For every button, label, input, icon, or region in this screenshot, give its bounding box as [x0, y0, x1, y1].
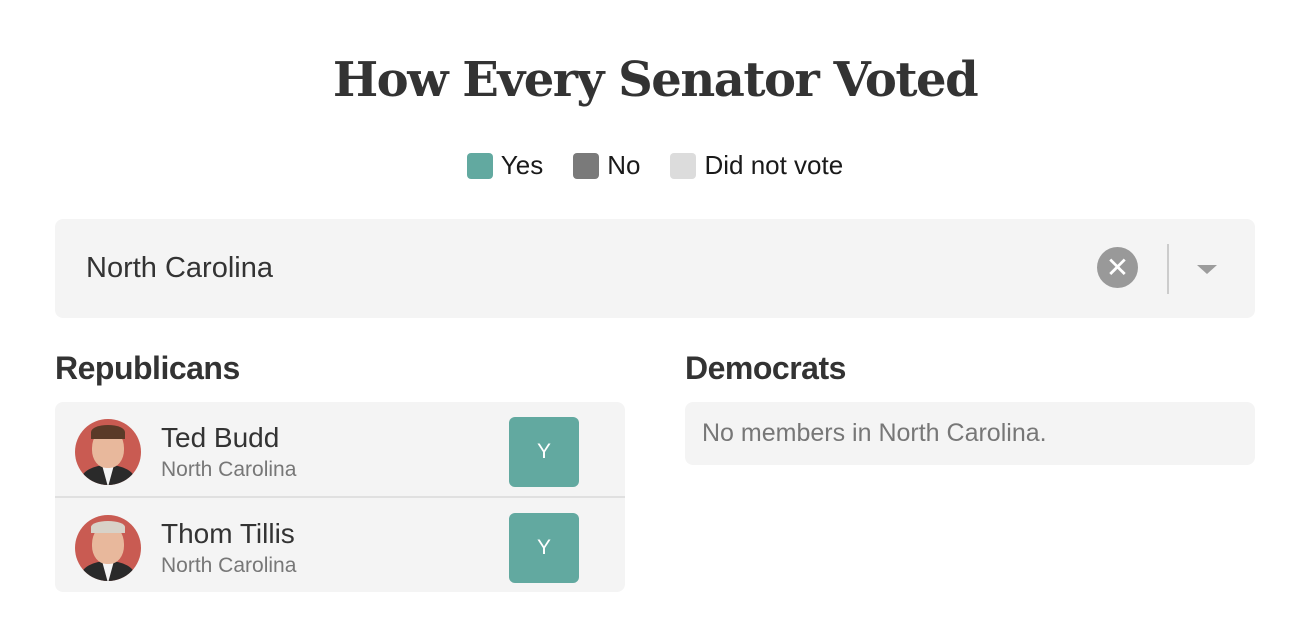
- senator-name: Thom Tillis: [161, 518, 295, 549]
- legend-item-no: No: [573, 150, 640, 181]
- legend-label-no: No: [607, 150, 641, 180]
- avatar: [75, 419, 141, 485]
- state-select[interactable]: North Carolina ✕: [55, 219, 1255, 318]
- page: How Every Senator Voted Yes No Did not v…: [0, 0, 1296, 644]
- dropdown-toggle-button[interactable]: [1187, 249, 1227, 289]
- vote-badge: Y: [509, 513, 579, 583]
- legend-label-did-not-vote: Did not vote: [704, 150, 844, 180]
- legend-swatch-did-not-vote: [670, 152, 697, 179]
- select-separator: [1167, 244, 1169, 294]
- legend-label-yes: Yes: [500, 150, 544, 180]
- page-title: How Every Senator Voted: [332, 52, 979, 108]
- republicans-list: Ted Budd North Carolina Y Thom Tillis No…: [55, 402, 625, 592]
- legend-swatch-no: [573, 152, 600, 179]
- senator-name: Ted Budd: [161, 422, 280, 453]
- legend-item-did-not-vote: Did not vote: [670, 150, 843, 181]
- republicans-heading: Republicans: [55, 350, 240, 386]
- state-select-value[interactable]: North Carolina: [86, 219, 273, 318]
- legend-item-yes: Yes: [466, 150, 544, 181]
- senator-state: North Carolina: [161, 458, 297, 481]
- x-circle-icon: ✕: [1105, 251, 1130, 283]
- democrats-empty-message: No members in North Carolina.: [685, 402, 1255, 465]
- vote-legend: Yes No Did not vote: [0, 150, 1296, 181]
- vote-badge: Y: [509, 417, 579, 487]
- caret-down-icon: [1197, 264, 1217, 274]
- senator-state: North Carolina: [161, 554, 297, 577]
- senator-row[interactable]: Thom Tillis North Carolina Y: [55, 496, 625, 590]
- democrats-heading: Democrats: [685, 350, 846, 386]
- avatar: [75, 515, 141, 581]
- clear-selection-button[interactable]: ✕: [1097, 247, 1138, 288]
- legend-swatch-yes: [466, 152, 493, 179]
- senator-row[interactable]: Ted Budd North Carolina Y: [55, 402, 625, 496]
